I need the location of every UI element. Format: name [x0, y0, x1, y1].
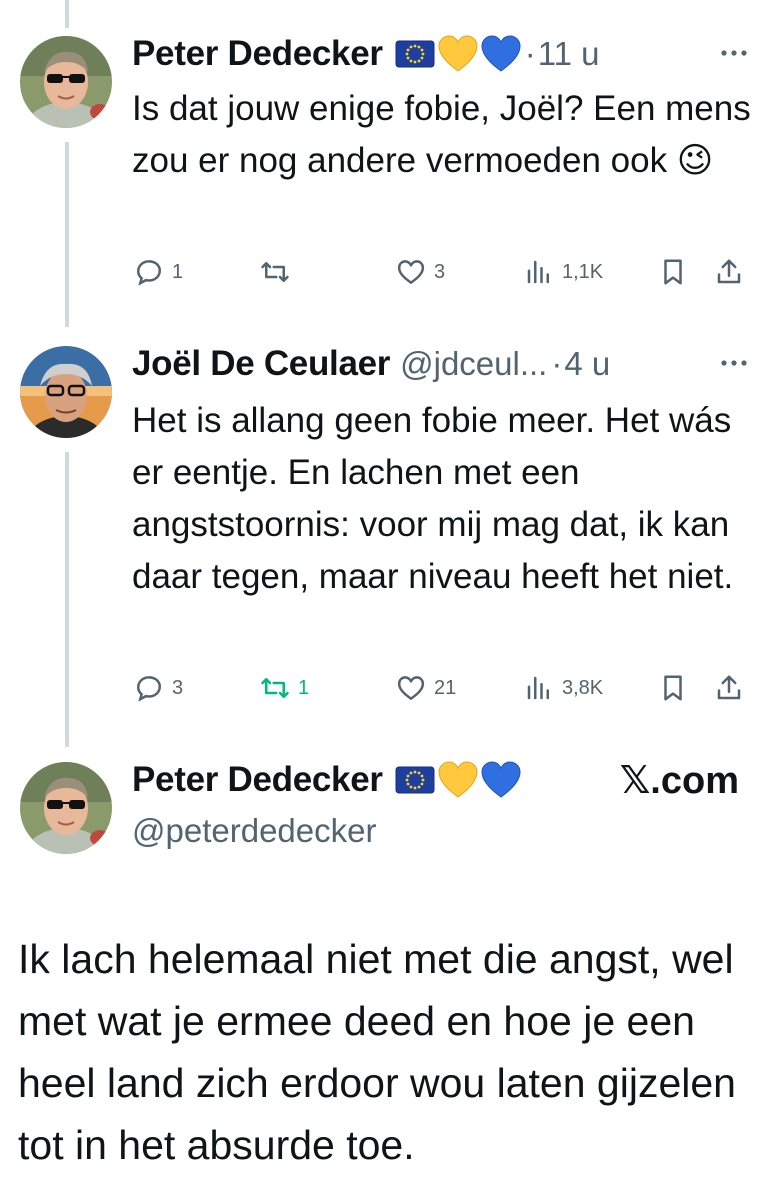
blue-heart-icon — [481, 761, 521, 798]
x-brand-label: 𝕏.com — [619, 760, 739, 802]
bookmark-button[interactable] — [658, 673, 688, 703]
quote-text: Ik lach helemaal niet met die angst, wel… — [18, 936, 736, 1168]
reply-count: 1 — [172, 260, 184, 283]
retweet-icon — [261, 262, 289, 282]
tweet-text: Het is allang geen fobie meer. Het wás e… — [132, 401, 734, 596]
views-button[interactable]: 3,8K — [524, 673, 603, 703]
share-button[interactable] — [714, 257, 744, 287]
avatar-joel-de-ceulaer[interactable] — [20, 346, 112, 438]
timestamp[interactable]: 11 u — [538, 35, 600, 73]
eu-flag-icon — [395, 766, 435, 794]
thread-line — [65, 142, 69, 327]
separator-dot: · — [551, 345, 563, 382]
views-icon — [527, 676, 549, 700]
retweet-button[interactable] — [260, 257, 298, 287]
author-handle[interactable]: @jdceul... — [400, 345, 547, 383]
reply-button[interactable]: 3 — [134, 673, 183, 703]
views-icon — [527, 260, 549, 284]
like-icon — [397, 676, 425, 701]
tweet-header: Peter Dedecker · 11 u — [132, 29, 599, 79]
avatar-peter-dedecker[interactable] — [20, 36, 112, 128]
view-count: 3,8K — [562, 676, 604, 699]
quote-header: Peter Dedecker — [132, 755, 521, 805]
view-count: 1,1K — [562, 260, 604, 283]
name-badges — [395, 761, 521, 799]
like-button[interactable]: 3 — [396, 257, 445, 287]
thread-line — [65, 452, 69, 747]
retweet-icon — [261, 678, 289, 698]
tweet-actions: 3 1 21 3,8K — [132, 673, 752, 713]
yellow-heart-icon — [438, 35, 478, 72]
share-icon — [717, 259, 741, 284]
author-name[interactable]: Peter Dedecker — [132, 760, 383, 800]
reply-icon — [136, 676, 162, 702]
more-options-icon[interactable] — [719, 358, 749, 368]
like-count: 21 — [434, 676, 457, 699]
avatar-peter-dedecker[interactable] — [20, 762, 112, 854]
views-button[interactable]: 1,1K — [524, 257, 603, 287]
author-handle[interactable]: @peterdedecker — [132, 812, 376, 850]
name-badges — [395, 35, 521, 73]
separator-dot: · — [524, 35, 536, 72]
yellow-heart-icon — [438, 761, 478, 798]
author-name[interactable]: Peter Dedecker — [132, 34, 383, 74]
blue-heart-icon — [481, 35, 521, 72]
reply-count: 3 — [172, 676, 184, 699]
tweet-actions: 1 3 1,1K — [132, 257, 752, 297]
reply-button[interactable]: 1 — [134, 257, 183, 287]
like-icon — [397, 260, 425, 285]
share-button[interactable] — [714, 673, 744, 703]
share-icon — [717, 675, 741, 700]
retweet-button[interactable]: 1 — [260, 673, 309, 703]
bookmark-button[interactable] — [658, 257, 688, 287]
tweet-text: Is dat jouw enige fobie, Joël? Een mens … — [132, 89, 751, 180]
quote-handle-row: @peterdedecker — [132, 808, 376, 854]
more-options-icon[interactable] — [719, 48, 749, 58]
thread-line — [65, 0, 69, 28]
like-count: 3 — [434, 260, 446, 283]
timestamp[interactable]: 4 u — [564, 345, 610, 383]
reply-icon — [136, 260, 162, 286]
eu-flag-icon — [395, 40, 435, 68]
author-name[interactable]: Joël De Ceulaer — [132, 344, 390, 384]
bookmark-icon — [664, 259, 682, 285]
retweet-count: 1 — [298, 676, 310, 699]
like-button[interactable]: 21 — [396, 673, 456, 703]
tweet-header: Joël De Ceulaer @jdceul... · 4 u — [132, 339, 610, 389]
bookmark-icon — [664, 675, 682, 701]
